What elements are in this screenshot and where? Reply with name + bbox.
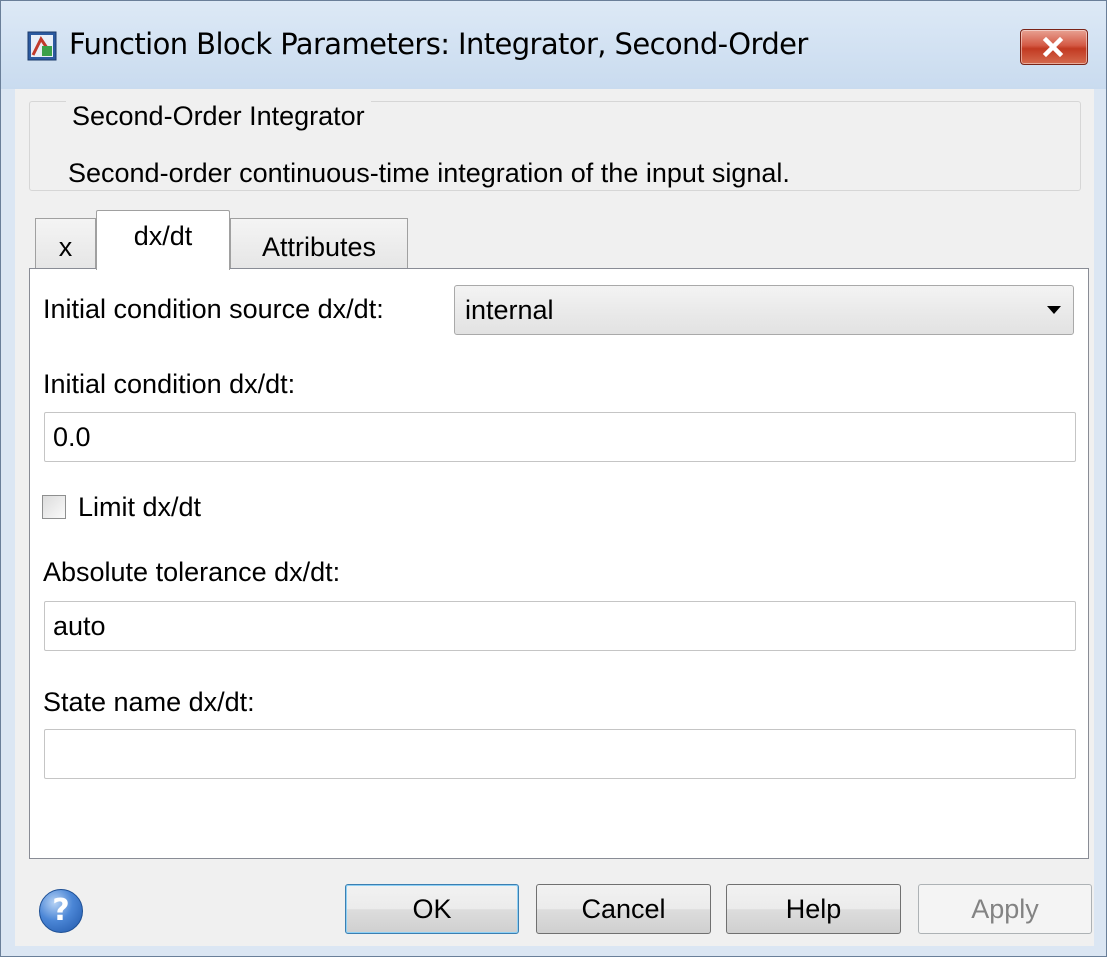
- window-title: Function Block Parameters: Integrator, S…: [69, 27, 808, 61]
- limit-checkbox[interactable]: [42, 495, 66, 519]
- abstol-field[interactable]: auto: [44, 601, 1076, 651]
- tab-dxdt-label: dx/dt: [133, 221, 193, 251]
- ic-source-value: internal: [465, 295, 554, 325]
- close-icon: [1042, 36, 1064, 58]
- ic-source-dropdown[interactable]: internal: [454, 285, 1074, 335]
- block-description: Second-order continuous-time integration…: [68, 158, 790, 188]
- tab-x-label: x: [58, 232, 73, 262]
- apply-button[interactable]: Apply: [918, 884, 1092, 934]
- tab-x[interactable]: x: [35, 218, 96, 268]
- abstol-value: auto: [53, 611, 106, 641]
- ok-button[interactable]: OK: [345, 884, 519, 934]
- limit-label[interactable]: Limit dx/dt: [78, 492, 201, 523]
- statename-field[interactable]: [44, 729, 1076, 779]
- cancel-button[interactable]: Cancel: [536, 884, 711, 934]
- ic-value: 0.0: [53, 422, 91, 452]
- chevron-down-icon: [1047, 306, 1061, 314]
- title-bar[interactable]: Function Block Parameters: Integrator, S…: [1, 1, 1106, 89]
- group-title: Second-Order Integrator: [66, 101, 371, 132]
- statename-label: State name dx/dt:: [43, 687, 255, 717]
- dialog-body: Second-Order Integrator Second-order con…: [15, 89, 1094, 946]
- dialog-window: Function Block Parameters: Integrator, S…: [0, 0, 1107, 957]
- help-icon[interactable]: ?: [39, 889, 83, 933]
- simulink-block-icon: [27, 31, 57, 61]
- ic-field[interactable]: 0.0: [44, 412, 1076, 462]
- tab-attributes-label: Attributes: [261, 232, 377, 262]
- ic-label: Initial condition dx/dt:: [43, 369, 296, 399]
- abstol-label: Absolute tolerance dx/dt:: [43, 557, 341, 587]
- tab-dxdt[interactable]: dx/dt: [96, 210, 230, 270]
- help-button[interactable]: Help: [726, 884, 901, 934]
- close-button[interactable]: [1020, 29, 1088, 65]
- block-description-group: Second-Order Integrator Second-order con…: [29, 101, 1081, 191]
- ic-source-label: Initial condition source dx/dt:: [43, 294, 384, 324]
- tab-attributes[interactable]: Attributes: [230, 218, 408, 268]
- tab-panel-dxdt: Initial condition source dx/dt: internal…: [29, 268, 1089, 859]
